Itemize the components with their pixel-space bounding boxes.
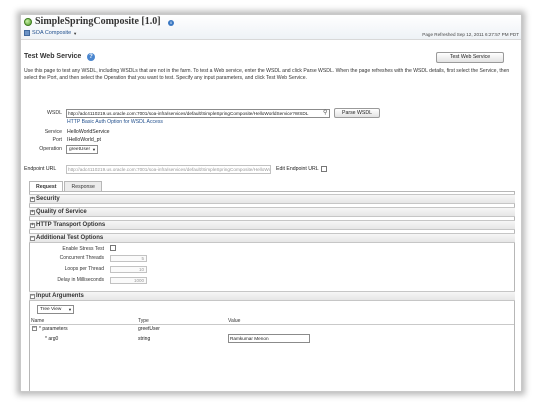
http-transport-section-header[interactable]: + HTTP Transport Options	[29, 220, 515, 230]
collapse-icon[interactable]: −	[32, 326, 37, 331]
column-header-value: Value	[228, 318, 241, 324]
intro-text: Use this page to test any WSDL, includin…	[24, 68, 510, 81]
page-title: SimpleSpringComposite [1.0]	[35, 16, 161, 27]
expand-icon: +	[30, 222, 35, 228]
view-select-value: Tree View	[40, 307, 62, 312]
delay-input[interactable]: 1000	[110, 277, 147, 284]
tab-request[interactable]: Request	[29, 181, 64, 191]
refresh-status: Page Refreshed Sep 12, 2011 6:27:57 PM P…	[422, 32, 519, 37]
http-transport-section-title: HTTP Transport Options	[36, 222, 106, 228]
arg-name: * parameters	[39, 326, 68, 332]
delay-label: Delay in Milliseconds	[57, 277, 104, 283]
security-section-title: Security	[36, 196, 60, 202]
qos-section-header[interactable]: + Quality of Service	[29, 207, 515, 217]
collapse-icon: −	[30, 293, 35, 299]
arg-type: greetUser	[138, 326, 160, 332]
service-value: HelloWorldService	[67, 129, 110, 135]
edit-endpoint-checkbox[interactable]	[321, 166, 327, 172]
input-arguments-section-title: Input Arguments	[36, 293, 84, 299]
threads-input[interactable]: 5	[110, 255, 147, 262]
loops-input[interactable]: 10	[110, 266, 147, 273]
view-select[interactable]: Tree View ▼	[37, 305, 74, 314]
composite-icon	[24, 18, 32, 26]
arg-value-input[interactable]: Ramkumar Menon	[228, 334, 310, 343]
column-header-type: Type	[138, 318, 149, 324]
chevron-down-icon: ▼	[73, 30, 78, 36]
help-icon[interactable]: ?	[87, 53, 95, 61]
stress-test-label: Enable Stress Test	[62, 246, 104, 252]
endpoint-url-field[interactable]: http://adc4110219.us.oracle.com:7001/soa…	[66, 165, 271, 174]
port-label: Port	[52, 137, 62, 143]
endpoint-label: Endpoint URL	[24, 166, 57, 172]
stress-test-checkbox[interactable]	[110, 245, 116, 251]
column-header-name: Name	[31, 318, 45, 324]
info-icon[interactable]: i	[168, 20, 174, 26]
operation-select[interactable]: greetUser ▼	[66, 145, 98, 154]
port-value: IHelloWorld_pt	[67, 137, 101, 143]
search-icon[interactable]: ⚲	[323, 110, 330, 117]
security-section-header[interactable]: + Security	[29, 194, 515, 204]
additional-options-section-header[interactable]: − Additional Test Options	[29, 233, 515, 243]
composite-menu-icon	[24, 30, 30, 36]
service-label: Service	[44, 129, 62, 135]
parse-wsdl-button[interactable]: Parse WSDL	[334, 108, 380, 118]
wsdl-input[interactable]: http://adc4110219.us.oracle.com:7001/soa…	[66, 109, 330, 118]
section-title: Test Web Service	[24, 53, 82, 60]
request-response-tabs: Request Response	[29, 181, 103, 191]
page-header: SimpleSpringComposite [1.0] i SOA Compos…	[21, 15, 521, 40]
qos-section-title: Quality of Service	[36, 209, 87, 215]
soa-composite-menu[interactable]: SOA Composite ▼	[24, 30, 77, 36]
loops-label: Loops per Thread	[64, 266, 104, 272]
expand-icon: +	[30, 209, 35, 215]
tab-response[interactable]: Response	[64, 181, 102, 191]
arg-type: string	[138, 336, 151, 342]
chevron-down-icon: ▼	[92, 147, 96, 152]
wsdl-label: WSDL	[47, 110, 62, 116]
arg-name: * arg0	[45, 336, 59, 342]
breadcrumb: SOA Composite	[32, 30, 72, 36]
operation-select-value: greetUser	[69, 147, 91, 152]
edit-endpoint-label: Edit Endpoint URL	[276, 166, 319, 172]
operation-label: Operation	[39, 146, 62, 152]
chevron-down-icon: ▼	[68, 307, 72, 312]
table-row: * arg0 string Ramkumar Menon	[30, 334, 514, 344]
additional-options-section-title: Additional Test Options	[36, 235, 104, 241]
expand-icon: +	[30, 196, 35, 202]
http-auth-link[interactable]: HTTP Basic Auth Option for WSDL Access	[67, 119, 163, 125]
table-row: − * parameters greetUser	[30, 325, 514, 333]
test-web-service-button[interactable]: Test Web Service	[436, 52, 504, 63]
collapse-icon: −	[30, 235, 35, 241]
app-window: SimpleSpringComposite [1.0] i SOA Compos…	[20, 14, 522, 392]
input-arguments-section-header[interactable]: − Input Arguments	[29, 291, 515, 301]
threads-label: Concurrent Threads	[59, 255, 104, 261]
args-table-header: Name Type Value	[30, 317, 514, 325]
